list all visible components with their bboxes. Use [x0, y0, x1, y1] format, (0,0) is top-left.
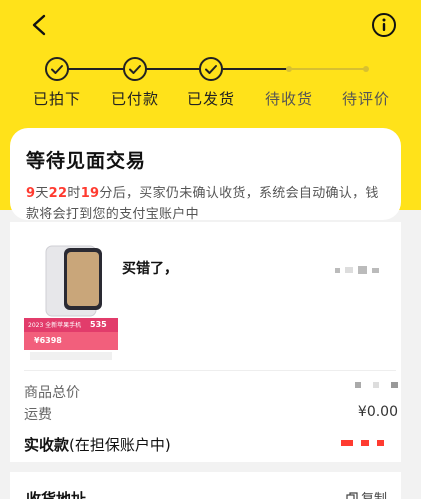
back-button[interactable] — [24, 10, 54, 40]
countdown-days: 9 — [26, 186, 36, 201]
status-card: 等待见面交易 9天22时19分后，买家仍未确认收货，系统会自动确认，钱款将会打到… — [10, 128, 401, 222]
goods-total-row: 商品总价 — [24, 382, 398, 402]
check-circle-icon — [123, 57, 147, 81]
shipping-row: 运费 ¥0.00 — [24, 404, 398, 424]
thumb-promo-price-a: 535 — [90, 320, 107, 329]
section-divider — [24, 370, 396, 371]
check-circle-icon — [45, 57, 69, 81]
countdown-days-unit: 天 — [35, 186, 49, 201]
copy-label: 复制 — [361, 488, 387, 499]
received-label: 实收款 — [24, 436, 70, 454]
goods-total-label: 商品总价 — [24, 385, 80, 401]
address-title: 收货地址 — [26, 490, 87, 499]
product-name[interactable]: 买错了， — [122, 258, 178, 278]
step-shipped: 已发货 — [176, 54, 246, 109]
countdown-hours-unit: 时 — [67, 186, 81, 201]
status-description: 9天22时19分后，买家仍未确认收货，系统会自动确认，钱款将会打到您的支付宝账户… — [26, 183, 387, 225]
step-label: 已拍下 — [32, 90, 81, 108]
step-placed: 已拍下 — [22, 54, 92, 109]
order-detail-card: 2023 全新苹果手机 535 ¥6398 买错了， 商品总价 运费 ¥0.00… — [10, 222, 401, 462]
pending-dot — [363, 66, 369, 72]
thumb-promo-banner: 2023 全新苹果手机 — [28, 322, 82, 329]
copy-address-button[interactable]: 复制 — [346, 488, 387, 499]
chevron-left-icon — [32, 14, 46, 36]
shipping-label: 运费 — [24, 407, 52, 423]
order-progress-steps: 已拍下 已付款 已发货 待收货 待评价 — [0, 54, 421, 114]
countdown-minutes: 19 — [80, 186, 100, 201]
received-amount-row: 实收款(在担保账户中) — [24, 434, 398, 455]
step-label: 待收货 — [264, 90, 313, 108]
check-circle-icon — [199, 57, 223, 81]
step-label: 已发货 — [186, 90, 235, 108]
product-thumbnail[interactable]: 2023 全新苹果手机 535 ¥6398 — [24, 244, 118, 364]
status-title: 等待见面交易 — [26, 150, 147, 172]
address-card: 收货地址 复制 — [10, 472, 401, 499]
step-awaiting-receipt: 待收货 — [254, 54, 324, 109]
info-circle-icon — [372, 13, 396, 37]
step-label: 已付款 — [110, 90, 159, 108]
received-value-redacted — [341, 440, 384, 446]
info-button[interactable] — [371, 12, 397, 38]
received-label-note: (在担保账户中) — [69, 436, 171, 454]
step-label: 待评价 — [341, 90, 390, 108]
countdown-hours: 22 — [48, 186, 68, 201]
shipping-value: ¥0.00 — [357, 404, 398, 420]
step-paid: 已付款 — [100, 54, 170, 109]
pending-dot — [286, 66, 292, 72]
thumb-promo-price-b: ¥6398 — [34, 336, 62, 345]
goods-total-value-redacted — [355, 382, 398, 388]
step-awaiting-review: 待评价 — [331, 54, 401, 109]
product-image — [24, 244, 118, 364]
copy-icon — [346, 491, 358, 499]
product-price-redacted — [335, 266, 379, 274]
